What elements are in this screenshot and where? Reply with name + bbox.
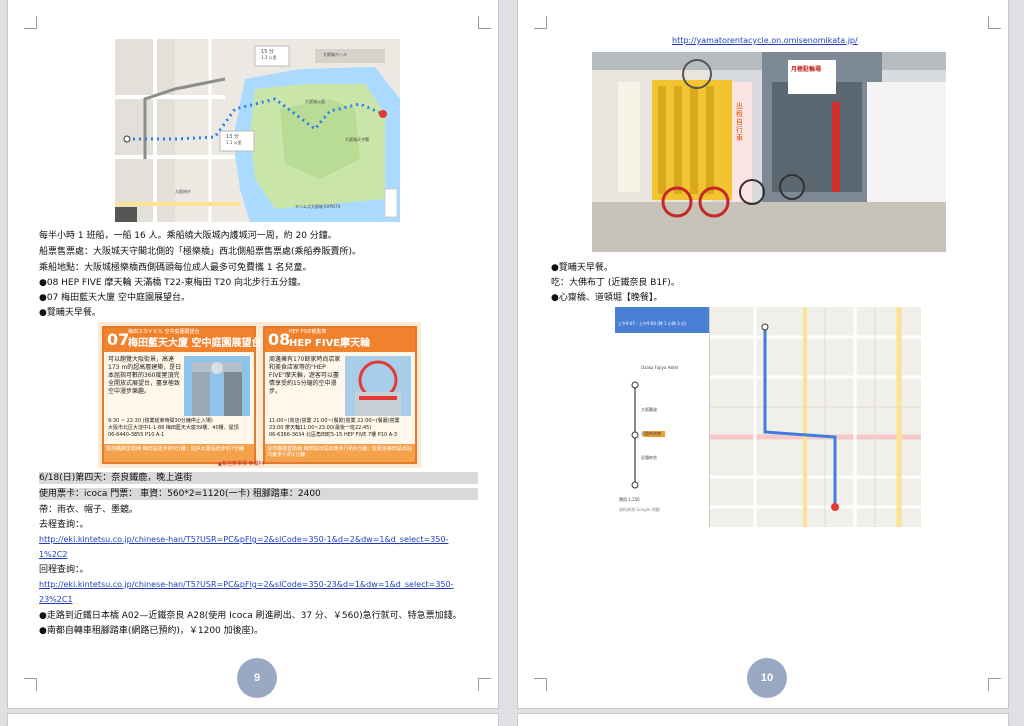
- body-line: ●心齋橋、道頓堀【晚餐】。: [551, 293, 663, 303]
- map-distance-label: 1.1 公里: [226, 140, 242, 145]
- ad-hours: 11:00~(商店)營業 21:00~(餐飲)營業 22:00~(餐廳)營業 2…: [269, 418, 400, 431]
- body-line: ●覽晡天早餐。: [39, 308, 101, 318]
- map-place-label: 大阪府庁: [175, 189, 191, 194]
- crop-mark-top-left: [534, 16, 547, 29]
- ad-access: 從地鐵御堂筋線 梅田站出站向東步行約6分鐘；從阪急梅田站出站向東步行約1分鐘: [267, 446, 412, 458]
- route-line: 近鐵奈良線: [641, 431, 661, 436]
- ad-description: 周邊擁有170餘家時尚店家和美食店家等的"HEP FIVE"摩天輪，遊客可以盡情…: [269, 356, 341, 395]
- page-number-badge: 9: [237, 658, 277, 698]
- body-line: 乘船地點：大阪城極樂橋西側碼頭每位成人最多可免費攜 1 名兒童。: [39, 263, 312, 273]
- body-line: ●08 HEP FIVE 摩天輪 天滿橋 T22-東梅田 T20 向北步行五分鐘…: [39, 278, 307, 288]
- kintetsu-link-outbound[interactable]: http://eki.kintetsu.co.jp/chinese-han/T5…: [39, 534, 448, 546]
- body-line: ●南都自轉車租腳踏車(網路已預約)，￥1200 加後座)。: [39, 626, 264, 636]
- kintetsu-link-outbound-cont[interactable]: 1%2C2: [39, 549, 67, 561]
- ad-header: 08 HEP FIVE観覧車 HEP FIVE摩天輪: [265, 328, 415, 352]
- ad-description: 可以飽覽大阪街景，高達173 m的超高層建築，是日本屈指可數的360度屋頂完全開…: [108, 356, 182, 395]
- ad-title: 梅田藍天大廈 空中庭園展望台: [128, 338, 262, 349]
- crop-mark-top-left: [24, 16, 37, 29]
- map-place-label: タイムズ大阪城 EXPO70: [295, 204, 341, 209]
- map-distance-label: 1.2 公里: [261, 55, 277, 60]
- parking-sign: 月極駐輪場: [791, 66, 822, 73]
- directions-header: 上午9:07 - 上午9:04 (時 1 小時 3 分): [615, 307, 709, 333]
- osaka-castle-map-image[interactable]: 15 分 1.2 公里 13 分 1.1 公里 大阪城ホール 大阪城公園 大阪城…: [115, 39, 400, 222]
- body-line: 船票售票處：大阪城天守閣北側的「極樂橋」西北側船票售票處(乘船券販賣所)。: [39, 247, 362, 257]
- body-line: ●覽晡天早餐。: [551, 263, 613, 273]
- body-line: 去程查詢：。: [39, 520, 89, 530]
- ad-contact: 06-6440-3855 P10 A-1: [108, 432, 248, 439]
- crop-mark-top-right: [988, 16, 1001, 29]
- ad-panel-hep-five: 08 HEP FIVE観覧車 HEP FIVE摩天輪 周邊擁有170餘家時尚店家…: [263, 326, 417, 464]
- shaded-line: 使用票卡：icoca 門票： 車資：560*2=1120(一卡) 租腳踏車：24…: [39, 488, 478, 500]
- body-line: ●走路到近鐵日本橋 A02—近鐵奈良 A28(使用 Icoca 刷進刷出、37 …: [39, 611, 462, 621]
- ad-number: 07: [107, 330, 130, 349]
- next-page-left-edge: [8, 714, 498, 726]
- ad-number: 08: [268, 330, 291, 349]
- ad-notice: ▲有注意事項 參閱P4: [218, 461, 265, 467]
- rental-banner: 出租自行車: [736, 102, 743, 142]
- transit-route-map-image[interactable]: 上午9:07 - 上午9:04 (時 1 小時 3 分) Osaka Fujiy…: [615, 307, 921, 527]
- ad-access: 從地鐵御堂筋線 梅田站徒步約9分鐘；從JR大阪站徒步約7分鐘: [106, 446, 244, 452]
- body-line: 回程查詢：。: [39, 565, 89, 575]
- body-line: 每半小時 1 班船，一船 16 人。乘船繞大阪城內護城河一周，約 20 分鐘。: [39, 231, 337, 241]
- body-line: ●07 梅田藍天大廈 空中庭園展望台。: [39, 293, 191, 303]
- route-note: 資料來源 Google 地圖: [619, 507, 660, 512]
- shop-photo-graphic: [592, 52, 946, 252]
- ad-header: 07 梅田スカイビル 空中庭園展望台 梅田藍天大廈 空中庭園展望台: [104, 328, 261, 352]
- bicycle-rental-shop-photo[interactable]: 月極駐輪場 出租自行車: [592, 52, 946, 252]
- ad-hours: 9:30 ~ 22:30 (營業結束時間30分鐘停止入場): [108, 418, 213, 424]
- crop-mark-bottom-left: [534, 678, 547, 691]
- crop-mark-bottom-right: [478, 678, 491, 691]
- attraction-ad-image[interactable]: 07 梅田スカイビル 空中庭園展望台 梅田藍天大廈 空中庭園展望台 可以飽覽大阪…: [98, 322, 421, 468]
- map-graphic: [115, 39, 400, 222]
- map-place-label: 大阪城天守閣: [345, 137, 369, 142]
- crop-mark-bottom-right: [988, 678, 1001, 691]
- ad-footer: 從地鐵御堂筋線 梅田站出站向東步行約6分鐘；從阪急梅田站出站向東步行約1分鐘: [265, 444, 415, 462]
- directions-panel: 上午9:07 - 上午9:04 (時 1 小時 3 分) Osaka Fujiy…: [615, 307, 710, 527]
- kintetsu-link-return[interactable]: http://eki.kintetsu.co.jp/chinese-han/T5…: [39, 579, 454, 591]
- map-duration-label: 15 分: [261, 49, 274, 55]
- document-page-9: 15 分 1.2 公里 13 分 1.1 公里 大阪城ホール 大阪城公園 大阪城…: [8, 0, 498, 708]
- ad-address: 北區角田町5-15 HEP FIVE 7樓: [306, 432, 377, 438]
- map-place-label: 大阪城公園: [305, 99, 325, 104]
- page-number-badge: 10: [747, 658, 787, 698]
- ad-tel: 06-6366-3634: [269, 432, 305, 438]
- route-origin: Osaka Fujiya Hotel: [641, 365, 679, 370]
- route-stop: 大阪難波: [641, 407, 657, 412]
- ad-address: 大阪市北区大淀中1-1-88 梅田藍天大廈39樓、40樓、屋頂: [108, 425, 239, 431]
- ad-grid: P10 A-3: [377, 432, 398, 438]
- sky-building-photo: [184, 356, 250, 416]
- ad-panel-sky-building: 07 梅田スカイビル 空中庭園展望台 梅田藍天大廈 空中庭園展望台 可以飽覽大阪…: [102, 326, 261, 464]
- ad-grid: P10 A-1: [145, 432, 165, 438]
- route-destination: 近鐵奈良: [641, 455, 657, 460]
- ad-info: 11:00~(商店)營業 21:00~(餐飲)營業 22:00~(餐廳)營業 2…: [269, 418, 409, 439]
- map-place-label: 大阪城ホール: [323, 52, 347, 57]
- ferris-wheel-photo: [345, 356, 411, 416]
- route-fare: 費用 1,250: [619, 497, 640, 502]
- shaded-line: 6/18(日)第四天：奈良鐵鹿，晚上進街: [39, 472, 478, 484]
- ad-contact: 06-6366-3634 北區角田町5-15 HEP FIVE 7樓 P10 A…: [269, 432, 409, 439]
- crop-mark-bottom-left: [24, 678, 37, 691]
- directions-time: 上午9:07 - 上午9:04 (時 1 小時 3 分): [618, 321, 687, 326]
- map-duration-label: 13 分: [226, 134, 239, 140]
- ad-title: HEP FIVE摩天輪: [289, 338, 371, 349]
- next-page-right-edge: [518, 714, 1008, 726]
- document-page-10: http://yamatorentacycle.on.omisenomikata…: [518, 0, 1008, 708]
- ad-info: 9:30 ~ 22:30 (營業結束時間30分鐘停止入場) 大阪市北区大淀中1-…: [108, 418, 248, 439]
- body-line: 吃：大佛布丁 (近鐵奈良 B1F)。: [551, 278, 680, 288]
- rental-cycle-link[interactable]: http://yamatorentacycle.on.omisenomikata…: [672, 35, 858, 47]
- crop-mark-top-right: [478, 16, 491, 29]
- kintetsu-link-return-cont[interactable]: 23%2C1: [39, 594, 73, 606]
- ad-tel: 06-6440-3855: [108, 432, 144, 438]
- body-line: 帶：雨衣、帽子、墨鏡。: [39, 505, 139, 515]
